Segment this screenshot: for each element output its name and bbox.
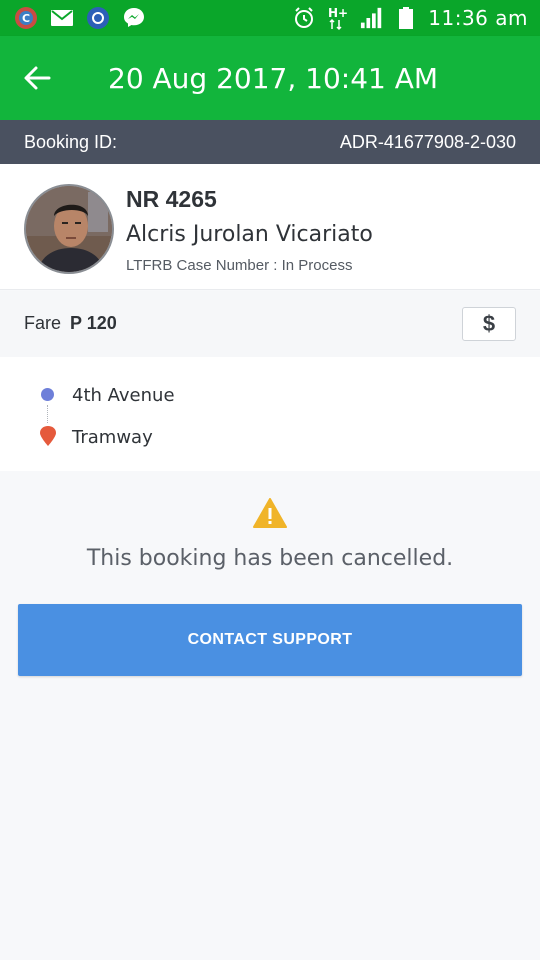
back-button[interactable] [2, 36, 72, 120]
app-icon: C [14, 6, 38, 30]
svg-text:H+: H+ [328, 6, 348, 20]
clock: 11:36 am [428, 6, 528, 30]
contact-support-button[interactable]: CONTACT SUPPORT [18, 604, 522, 676]
ltfrb-case-number: LTFRB Case Number : In Process [126, 257, 353, 274]
browser-icon [86, 6, 110, 30]
pickup-location: 4th Avenue [72, 385, 175, 406]
fare-value: P 120 [70, 313, 117, 333]
plate-number: NR 4265 [126, 186, 217, 212]
driver-card: NR 4265 Alcris Jurolan Vicariato LTFRB C… [0, 164, 540, 290]
route-connector [47, 405, 48, 423]
dropoff-location: Tramway [72, 427, 153, 448]
signal-icon [360, 6, 384, 30]
fare-text: Fare P 120 [24, 313, 117, 334]
mail-icon [50, 6, 74, 30]
dropoff-pin-icon [39, 425, 57, 452]
arrow-left-icon [24, 66, 51, 90]
route-section: 4th Avenue Tramway [0, 357, 540, 471]
app-bar: 20 Aug 2017, 10:41 AM [0, 36, 540, 120]
booking-id-bar: Booking ID: ADR-41677908-2-030 [0, 120, 540, 164]
messenger-icon [122, 6, 146, 30]
fare-breakdown-button[interactable]: $ [462, 307, 516, 341]
driver-avatar [24, 184, 114, 274]
booking-id-value: ADR-41677908-2-030 [339, 131, 516, 152]
page-title: 20 Aug 2017, 10:41 AM [108, 61, 439, 95]
booking-id-label: Booking ID: [24, 131, 118, 152]
fare-row: Fare P 120 $ [0, 291, 540, 357]
status-bar: C H+ 11:36 am [0, 0, 540, 36]
svg-text:C: C [22, 12, 30, 25]
dollar-icon: $ [482, 311, 496, 336]
driver-name: Alcris Jurolan Vicariato [126, 222, 373, 247]
alarm-icon [292, 6, 316, 30]
pickup-dot-icon [41, 388, 54, 401]
cancelled-message: This booking has been cancelled. [86, 546, 454, 571]
network-h-plus-icon: H+ [326, 6, 350, 31]
warning-icon [253, 498, 287, 533]
battery-icon [394, 6, 418, 30]
fare-label: Fare [24, 313, 62, 333]
